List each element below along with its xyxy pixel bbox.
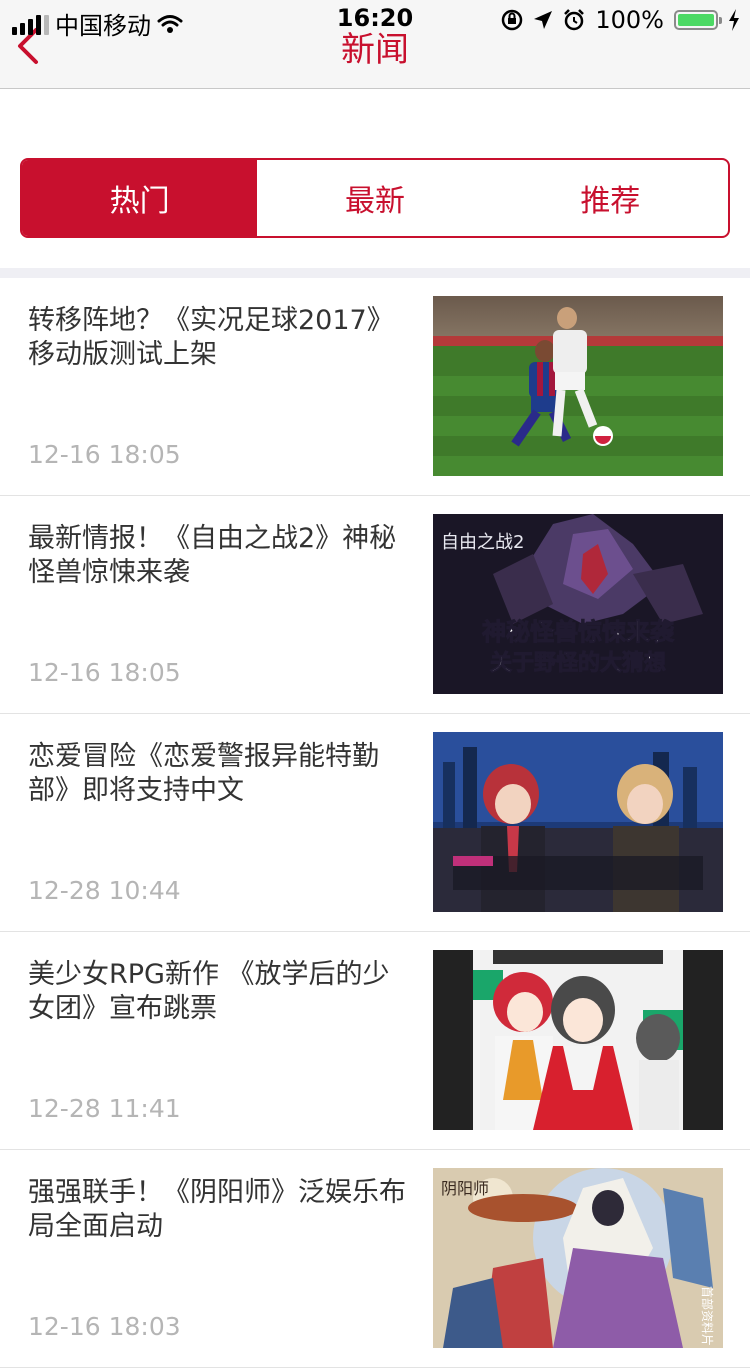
news-list: 转移阵地？《实况足球2017》移动版测试上架 12-16 18:05 最新情报！… [0, 278, 750, 1368]
news-title: 转移阵地？《实况足球2017》移动版测试上架 [28, 305, 394, 370]
tab-hot[interactable]: 热门 [22, 160, 258, 236]
image-logo-text: 自由之战2 [441, 532, 524, 553]
news-item[interactable]: 转移阵地？《实况足球2017》移动版测试上架 12-16 18:05 [0, 278, 750, 496]
news-item[interactable]: 最新情报！《自由之战2》神秘怪兽惊悚来袭 12-16 18:05 自由之战2 神… [0, 496, 750, 714]
category-tabs: 热门 最新 推荐 [20, 158, 730, 238]
alarm-icon [564, 9, 585, 31]
image-headline-text: 神秘怪兽惊悚来袭 [482, 618, 675, 646]
news-time: 12-16 18:03 [28, 1312, 181, 1341]
news-time: 12-28 11:41 [28, 1094, 181, 1123]
tab-latest[interactable]: 最新 [257, 160, 492, 236]
location-icon [534, 11, 553, 29]
tab-recommended[interactable]: 推荐 [493, 160, 728, 236]
romance-game-image [433, 732, 723, 912]
status-bar: 中国移动 16:20 100% [0, 0, 750, 40]
image-subline-text: 关于野怪的大猜想 [490, 650, 666, 676]
monster-game-image: 自由之战2 神秘怪兽惊悚来袭 关于野怪的大猜想 [433, 514, 723, 694]
news-time: 12-28 10:44 [28, 876, 181, 905]
news-time: 12-16 18:05 [28, 658, 181, 687]
anime-girls-image [433, 950, 723, 1130]
onmyoji-image: 阴阳师 首部资料片 [433, 1168, 723, 1348]
image-logo-text: 阴阳师 [441, 1179, 489, 1198]
news-title: 强强联手！《阴阳师》泛娱乐布局全面启动 [28, 1177, 406, 1242]
rotation-lock-icon [502, 9, 523, 31]
news-time: 12-16 18:05 [28, 440, 181, 469]
charging-icon [729, 9, 739, 31]
news-item[interactable]: 恋爱冒险《恋爱警报异能特勤部》即将支持中文 12-28 10:44 [0, 714, 750, 932]
news-title: 最新情报！《自由之战2》神秘怪兽惊悚来袭 [28, 523, 397, 588]
battery-percentage: 100% [595, 6, 664, 34]
news-item[interactable]: 美少女RPG新作 《放学后的少女团》宣布跳票 12-28 11:41 [0, 932, 750, 1150]
image-side-text: 首部资料片 [700, 1286, 715, 1346]
news-title: 美少女RPG新作 《放学后的少女团》宣布跳票 [28, 959, 390, 1024]
section-divider [0, 268, 750, 278]
news-title: 恋爱冒险《恋爱警报异能特勤部》即将支持中文 [28, 741, 379, 806]
news-item[interactable]: 强强联手！《阴阳师》泛娱乐布局全面启动 12-16 18:03 阴阳师 首部资料… [0, 1150, 750, 1368]
soccer-game-image [433, 296, 723, 476]
battery-icon [674, 10, 722, 30]
